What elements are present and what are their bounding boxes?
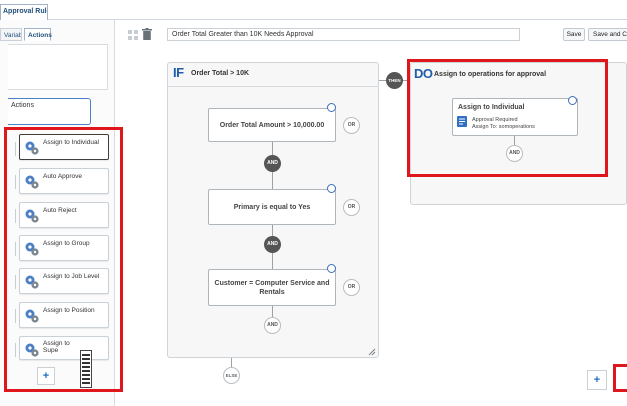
save-and-close-button[interactable]: Save and Close bbox=[588, 28, 627, 41]
condition-card[interactable]: Primary is equal to Yes bbox=[208, 189, 336, 225]
and-connector[interactable]: AND bbox=[264, 236, 281, 253]
condition-card[interactable]: Order Total Amount > 10,000.00 bbox=[208, 108, 336, 142]
trash-icon[interactable] bbox=[142, 28, 152, 40]
then-connector: THEN bbox=[386, 72, 403, 89]
connector-line bbox=[272, 306, 273, 317]
connector-line bbox=[231, 358, 232, 367]
top-tab-strip bbox=[0, 0, 627, 20]
condition-text: Rentals bbox=[259, 288, 285, 296]
condition-selector[interactable] bbox=[327, 184, 336, 193]
and-connector[interactable]: AND bbox=[264, 155, 281, 172]
resize-icon[interactable] bbox=[368, 348, 376, 356]
highlight-frame-do bbox=[407, 59, 608, 177]
condition-text: Customer = Computer Service and bbox=[214, 279, 330, 287]
grid-icon[interactable] bbox=[128, 30, 138, 40]
tab-approval-rules[interactable]: Approval Rules bbox=[0, 4, 48, 20]
if-keyword: IF bbox=[173, 65, 184, 80]
condition-text: Primary is equal to Yes bbox=[233, 203, 311, 211]
add-block-button[interactable]: + bbox=[587, 370, 607, 390]
palette-top-section bbox=[8, 44, 108, 90]
condition-text: Order Total Amount > 10,000.00 bbox=[219, 121, 325, 129]
or-button[interactable]: OR bbox=[343, 199, 360, 216]
condition-selector[interactable] bbox=[327, 103, 336, 112]
else-button[interactable]: ELSE bbox=[223, 367, 240, 384]
and-add-button[interactable]: AND bbox=[264, 317, 281, 334]
highlight-frame-corner bbox=[613, 364, 627, 392]
or-button[interactable]: OR bbox=[343, 279, 360, 296]
condition-card[interactable]: Customer = Computer Service and Rentals bbox=[208, 269, 336, 306]
tab-variables[interactable]: Variables bbox=[0, 28, 22, 41]
rule-name-input[interactable]: Order Total Greater than 10K Needs Appro… bbox=[167, 28, 520, 41]
tab-actions[interactable]: Actions bbox=[24, 28, 52, 41]
highlight-frame-actions bbox=[4, 127, 123, 392]
condition-selector[interactable] bbox=[327, 264, 336, 273]
if-title[interactable]: Order Total > 10K bbox=[191, 70, 249, 77]
connector-line bbox=[379, 80, 386, 81]
actions-section-header[interactable]: Actions bbox=[8, 98, 91, 125]
or-button[interactable]: OR bbox=[343, 117, 360, 134]
save-button[interactable]: Save bbox=[563, 28, 585, 41]
